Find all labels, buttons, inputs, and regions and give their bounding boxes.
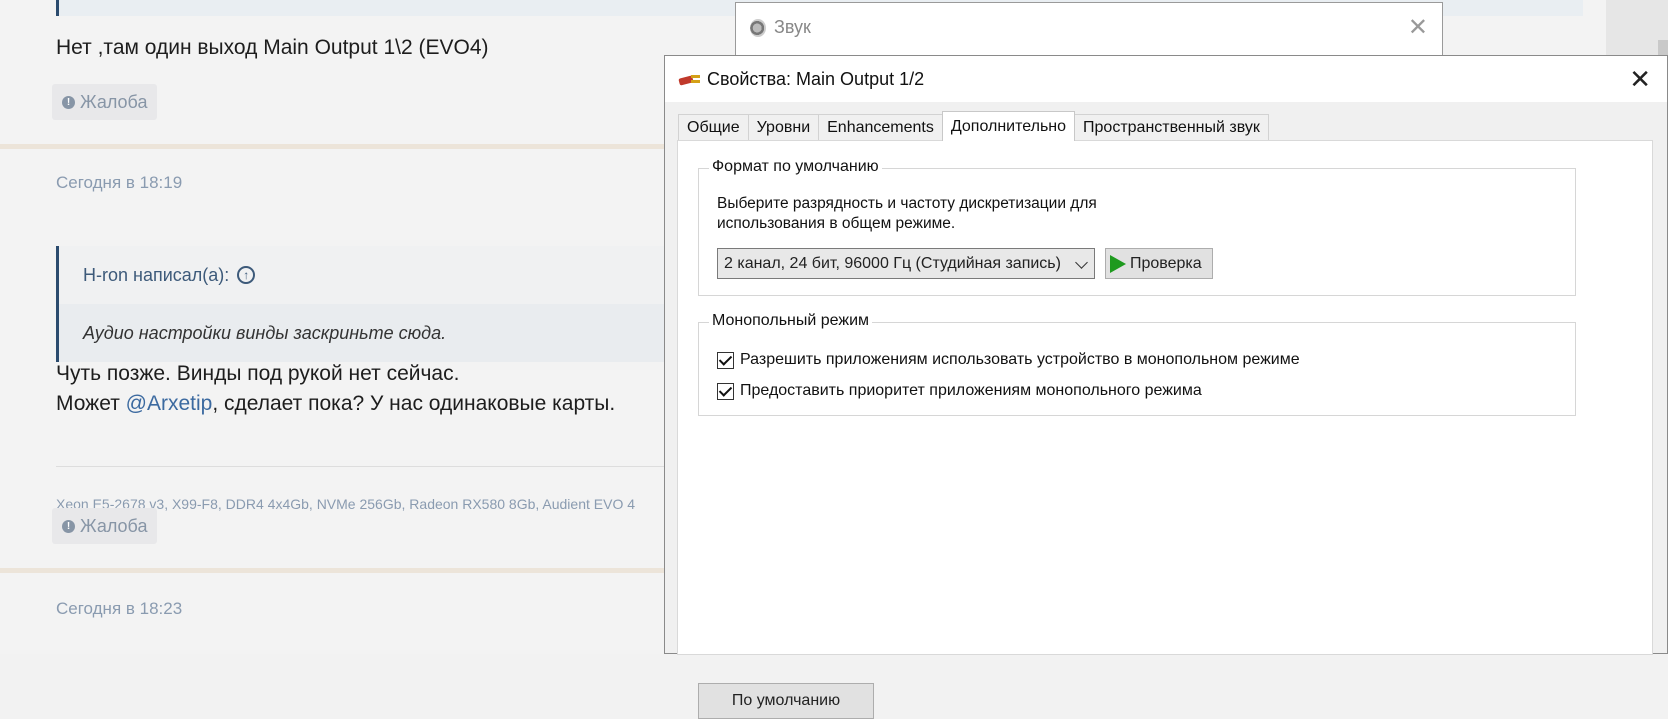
text-fragment: , сделает пока? У нас одинаковые карты.	[212, 392, 616, 415]
group-label: Монопольный режим	[709, 312, 872, 330]
post-message: Нет ,там один выход Main Output 1\2 (EVO…	[56, 36, 489, 59]
user-mention-link[interactable]: @Arxetip	[126, 392, 213, 415]
exclusive-priority-checkbox[interactable]	[717, 382, 734, 400]
sound-dialog-title: Звук	[750, 17, 811, 38]
alert-icon: !	[62, 95, 75, 109]
arrow-up-circle-icon[interactable]: ↑	[237, 266, 256, 284]
complain-button[interactable]: ! Жалоба	[52, 508, 158, 544]
dialog-title: Свойства: Main Output 1/2	[679, 69, 924, 90]
default-format-group: Формат по умолчанию Выберите разрядность…	[698, 158, 1576, 296]
tab-spatial-sound[interactable]: Пространственный звук	[1074, 114, 1269, 140]
sound-dialog-title-text: Звук	[774, 17, 811, 37]
tab-enhancements[interactable]: Enhancements	[818, 114, 943, 140]
exclusive-priority-option[interactable]: Предоставить приоритет приложениям моноп…	[717, 382, 1202, 400]
checkbox-label[interactable]: Предоставить приоритет приложениям моноп…	[740, 382, 1202, 400]
format-description-line: использования в общем режиме.	[717, 215, 956, 232]
complain-button[interactable]: ! Жалоба	[52, 84, 158, 120]
exclusive-allow-option[interactable]: Разрешить приложениям использовать устро…	[717, 351, 1300, 369]
play-icon	[1110, 254, 1126, 273]
format-select-value: 2 канал, 24 бит, 96000 Гц (Студийная зап…	[724, 254, 1061, 272]
alert-icon: !	[62, 519, 75, 533]
speaker-icon	[750, 18, 766, 37]
exclusive-allow-checkbox[interactable]	[717, 351, 734, 369]
test-button-label: Проверка	[1130, 254, 1202, 272]
post-date-link[interactable]: Сегодня в 18:23	[56, 599, 182, 619]
tab-advanced[interactable]: Дополнительно	[941, 111, 1076, 141]
audio-plug-icon	[679, 73, 701, 87]
checkbox-label[interactable]: Разрешить приложениям использовать устро…	[740, 351, 1300, 369]
tab-levels[interactable]: Уровни	[747, 114, 820, 140]
test-button[interactable]: Проверка	[1105, 248, 1213, 279]
tab-strip: Общие Уровни Enhancements Дополнительно …	[678, 111, 1269, 141]
properties-dialog: Свойства: Main Output 1/2 ✕ Общие Уровни…	[664, 55, 1668, 719]
close-icon[interactable]: ✕	[1629, 64, 1651, 95]
group-label: Формат по умолчанию	[709, 158, 882, 176]
format-description-line: Выберите разрядность и частоту дискретиз…	[717, 195, 1097, 212]
quote-author: H-ron написал(а):	[83, 264, 230, 285]
format-description: Выберите разрядность и частоту дискретиз…	[717, 194, 1097, 234]
tab-panel-advanced: Формат по умолчанию Выберите разрядность…	[677, 140, 1653, 719]
post-message-line: Чуть позже. Винды под рукой нет сейчас.	[56, 362, 460, 385]
post-message-line: Может @Arxetip, сделает пока? У нас один…	[56, 388, 615, 420]
format-select[interactable]: 2 канал, 24 бит, 96000 Гц (Студийная зап…	[717, 248, 1095, 279]
text-fragment: Может	[56, 392, 126, 415]
dialog-title-text: Свойства: Main Output 1/2	[707, 69, 925, 89]
dialog-titlebar[interactable]: Свойства: Main Output 1/2 ✕	[665, 56, 1667, 102]
post-date-link[interactable]: Сегодня в 18:19	[56, 173, 182, 193]
close-icon[interactable]: ✕	[1408, 13, 1428, 42]
chevron-down-icon	[1075, 256, 1088, 269]
restore-defaults-button[interactable]: По умолчанию	[698, 683, 874, 719]
complain-label: Жалоба	[80, 91, 148, 112]
complain-label: Жалоба	[80, 515, 148, 536]
exclusive-mode-group: Монопольный режим Разрешить приложениям …	[698, 312, 1576, 416]
tab-general[interactable]: Общие	[678, 114, 749, 140]
